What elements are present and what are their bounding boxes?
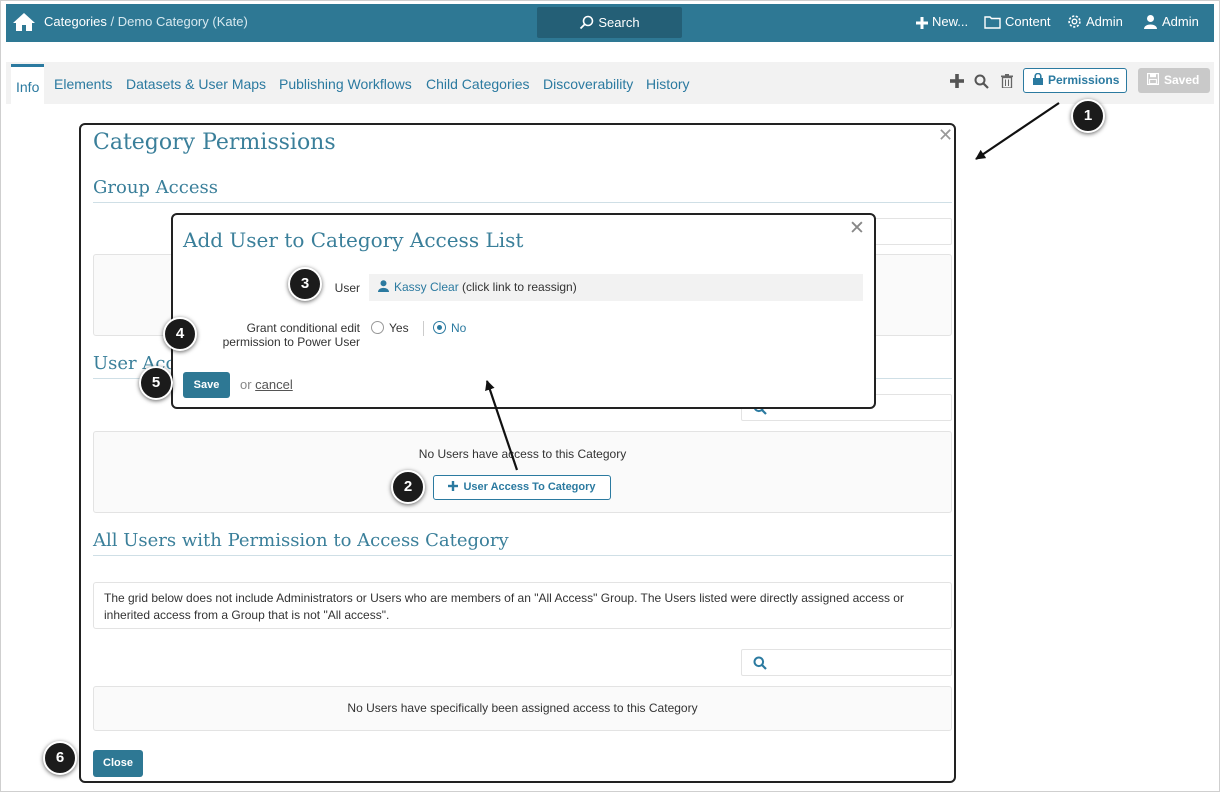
- step-marker-1: 1: [1071, 99, 1105, 133]
- step-marker-4: 4: [163, 317, 197, 351]
- step-marker-5: 5: [139, 366, 173, 400]
- search-icon: [753, 656, 767, 670]
- add-user-modal-title: Add User to Category Access List: [183, 228, 524, 252]
- plus-icon: [916, 17, 928, 29]
- user-hint: (click link to reassign): [458, 280, 577, 294]
- user-icon: [378, 280, 389, 292]
- all-users-panel: No Users have specifically been assigned…: [93, 686, 952, 731]
- user-field-label: User: [334, 281, 360, 295]
- section-divider: [93, 555, 952, 556]
- gear-icon: [1068, 15, 1081, 28]
- search-icon: [580, 15, 594, 30]
- user-access-panel: No Users have access to this Category: [93, 431, 952, 513]
- section-divider: [93, 202, 952, 203]
- new-label: New...: [932, 14, 969, 29]
- or-cancel: or cancel: [240, 377, 293, 392]
- radio-circle: [371, 321, 384, 334]
- save-button[interactable]: Save: [183, 372, 230, 398]
- plus-icon: [448, 481, 459, 491]
- group-access-title: Group Access: [93, 177, 218, 198]
- add-user-access-label: User Access To Category: [463, 481, 596, 493]
- all-users-search-input[interactable]: [741, 649, 952, 676]
- radio-separator: [423, 321, 424, 336]
- save-icon: [1147, 73, 1160, 86]
- admin-menu[interactable]: Admin: [1067, 14, 1123, 29]
- tab-datasets-user-maps[interactable]: Datasets & User Maps: [126, 76, 266, 92]
- info-panel: The grid below does not include Administ…: [93, 582, 952, 629]
- radio-circle-selected: [433, 321, 446, 334]
- admin-label: Admin: [1086, 14, 1123, 29]
- add-user-access-button[interactable]: User Access To Category: [433, 475, 611, 500]
- permissions-button[interactable]: Permissions: [1023, 68, 1127, 93]
- radio-no-label: No: [451, 321, 467, 335]
- saved-button[interactable]: Saved: [1138, 68, 1210, 93]
- tab-discoverability[interactable]: Discoverability: [543, 76, 633, 92]
- step-marker-3: 3: [288, 267, 322, 301]
- step-marker-2: 2: [391, 470, 425, 504]
- grant-label-line1: Grant conditional edit: [246, 321, 360, 335]
- close-button[interactable]: Close: [93, 750, 143, 777]
- all-users-title: All Users with Permission to Access Cate…: [93, 530, 509, 551]
- saved-label: Saved: [1164, 73, 1200, 87]
- user-menu[interactable]: Admin: [1143, 14, 1199, 29]
- breadcrumb-root[interactable]: Categories: [44, 14, 107, 29]
- or-text: or: [240, 377, 256, 392]
- user-field: Kassy Clear (click link to reassign): [369, 274, 863, 301]
- grant-permission-label: Grant conditional edit permission to Pow…: [223, 321, 360, 349]
- content-label: Content: [1005, 14, 1051, 29]
- tab-child-categories[interactable]: Child Categories: [426, 76, 530, 92]
- tab-elements[interactable]: Elements: [54, 76, 112, 92]
- plus-icon[interactable]: [950, 74, 964, 93]
- tab-publishing-workflows[interactable]: Publishing Workflows: [279, 76, 412, 92]
- top-nav-bar: Categories / Demo Category (Kate) Search…: [6, 4, 1214, 42]
- permissions-modal-title: Category Permissions: [93, 130, 336, 155]
- content-menu[interactable]: Content: [984, 14, 1051, 29]
- step-marker-6: 6: [43, 741, 77, 775]
- tab-history[interactable]: History: [646, 76, 690, 92]
- breadcrumb: Categories / Demo Category (Kate): [44, 14, 248, 29]
- trash-icon[interactable]: [1001, 74, 1013, 93]
- cancel-link[interactable]: cancel: [255, 377, 293, 392]
- radio-no[interactable]: No: [433, 321, 466, 335]
- breadcrumb-current: Demo Category (Kate): [117, 14, 248, 29]
- tab-bar: Info Elements Datasets & User Maps Publi…: [6, 62, 1214, 104]
- search-label: Search: [598, 15, 640, 30]
- info-text: The grid below does not include Administ…: [104, 591, 904, 622]
- radio-yes[interactable]: Yes: [371, 321, 409, 335]
- radio-yes-label: Yes: [389, 321, 409, 335]
- close-icon[interactable]: ✕: [938, 125, 953, 146]
- add-user-modal: ✕ Add User to Category Access List User …: [171, 213, 876, 409]
- grant-label-line2: permission to Power User: [222, 335, 360, 349]
- home-icon[interactable]: [12, 11, 36, 33]
- tab-info[interactable]: Info: [11, 64, 45, 104]
- new-menu[interactable]: New...: [916, 14, 968, 29]
- user-icon: [1144, 15, 1157, 29]
- permissions-label: Permissions: [1048, 73, 1120, 87]
- user-label: Admin: [1162, 14, 1199, 29]
- global-search-button[interactable]: Search: [537, 7, 682, 38]
- no-assigned-text: No Users have specifically been assigned…: [347, 701, 698, 715]
- breadcrumb-separator: /: [106, 14, 118, 29]
- user-reassign-link[interactable]: Kassy Clear: [394, 280, 459, 294]
- folder-icon: [984, 16, 1001, 29]
- no-users-text: No Users have access to this Category: [418, 447, 627, 461]
- lock-icon: [1033, 72, 1043, 85]
- search-icon[interactable]: [974, 74, 989, 94]
- close-icon[interactable]: ✕: [849, 217, 865, 240]
